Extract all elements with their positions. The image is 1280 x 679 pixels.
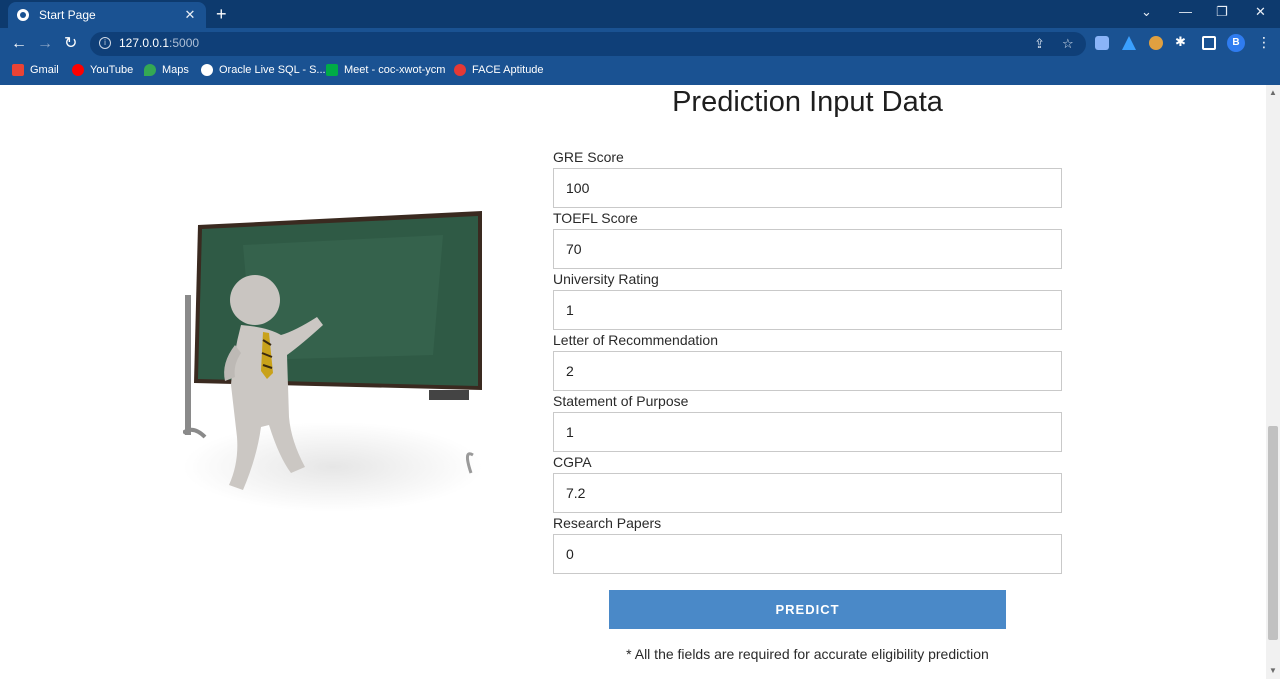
extension-icon[interactable] (1122, 36, 1136, 50)
tab-start-page[interactable]: Start Page ✕ (8, 2, 206, 28)
puzzle-icon[interactable]: ✱ (1175, 34, 1189, 49)
cgpa-input[interactable]: 7.2 (553, 473, 1062, 513)
restore-icon[interactable]: ❐ (1216, 4, 1228, 20)
gre-score-label: GRE Score (553, 149, 624, 165)
tab-bar: Start Page ✕ + ⌄ — ❐ ✕ (0, 0, 1280, 28)
predict-button[interactable]: PREDICT (609, 590, 1006, 629)
university-rating-label: University Rating (553, 271, 659, 287)
menu-kebab-icon[interactable]: ⋮ (1257, 34, 1271, 51)
address-bar[interactable]: i 127.0.0.1:5000 ⇪ ☆ (90, 32, 1086, 56)
research-papers-input[interactable]: 0 (553, 534, 1062, 574)
gre-score-input[interactable]: 100 (553, 168, 1062, 208)
maps-icon (144, 64, 156, 76)
share-icon[interactable]: ⇪ (1034, 36, 1045, 52)
side-panel-icon[interactable] (1202, 36, 1216, 50)
reload-icon[interactable]: ↻ (64, 34, 77, 54)
globe-icon (17, 9, 29, 21)
url-text: 127.0.0.1:5000 (119, 36, 200, 50)
bookmark-star-icon[interactable]: ☆ (1062, 36, 1074, 52)
minimize-icon[interactable]: — (1179, 4, 1192, 19)
bookmark-oracle-live-sql[interactable]: Oracle Live SQL - S... (201, 64, 326, 76)
scroll-down-icon[interactable]: ▼ (1269, 666, 1277, 675)
scroll-up-icon[interactable]: ▲ (1269, 88, 1277, 97)
forward-arrow-icon[interactable]: → (37, 34, 53, 54)
teacher-chalkboard-illustration (183, 211, 483, 512)
gmail-icon (12, 64, 24, 76)
extension-icon[interactable] (1149, 36, 1163, 50)
bookmark-youtube[interactable]: YouTube (72, 64, 133, 76)
research-papers-label: Research Papers (553, 515, 662, 531)
tab-search-icon[interactable]: ⌄ (1141, 4, 1152, 20)
toefl-score-label: TOEFL Score (553, 210, 638, 226)
bookmark-gmail[interactable]: Gmail (12, 64, 59, 76)
meet-icon (326, 64, 338, 76)
face-aptitude-icon (454, 64, 466, 76)
new-tab-button[interactable]: + (216, 4, 227, 24)
window-close-icon[interactable]: ✕ (1255, 4, 1266, 20)
university-rating-input[interactable]: 1 (553, 290, 1062, 330)
extension-icon[interactable] (1095, 36, 1109, 50)
tab-close-icon[interactable]: ✕ (182, 7, 198, 23)
cgpa-label: CGPA (553, 454, 592, 470)
required-fields-note: * All the fields are required for accura… (626, 646, 989, 662)
toefl-score-input[interactable]: 70 (553, 229, 1062, 269)
bookmark-meet[interactable]: Meet - coc-xwot-ycm (326, 64, 445, 76)
bookmarks-bar: Gmail YouTube Maps Oracle Live SQL - S..… (0, 60, 1280, 85)
youtube-icon (72, 64, 84, 76)
site-info-icon[interactable]: i (99, 37, 111, 49)
bookmark-maps[interactable]: Maps (144, 64, 189, 76)
globe-icon (201, 64, 213, 76)
sop-label: Statement of Purpose (553, 393, 689, 409)
page-scrollbar[interactable]: ▲ ▼ (1266, 85, 1280, 679)
tab-title: Start Page (39, 8, 96, 22)
avatar[interactable]: B (1227, 34, 1245, 52)
lor-label: Letter of Recommendation (553, 332, 718, 348)
bookmark-face-aptitude[interactable]: FACE Aptitude (454, 64, 544, 76)
back-arrow-icon[interactable]: ← (11, 34, 27, 54)
scrollbar-thumb[interactable] (1268, 426, 1278, 640)
lor-input[interactable]: 2 (553, 351, 1062, 391)
page-title: Prediction Input Data (672, 86, 943, 118)
sop-input[interactable]: 1 (553, 412, 1062, 452)
browser-toolbar: ← → ↻ i 127.0.0.1:5000 ⇪ ☆ ✱ B ⋮ (0, 28, 1280, 60)
